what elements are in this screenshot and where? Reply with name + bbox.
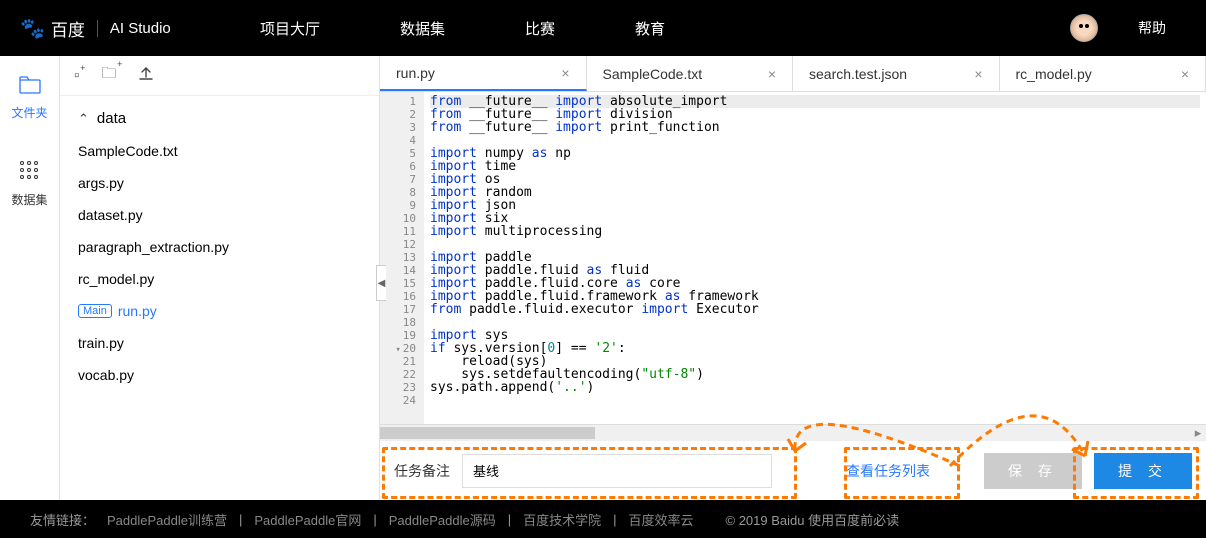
sidebar-datasets[interactable]: 数据集 [0,161,59,208]
left-sidebar: 文件夹 数据集 [0,56,60,500]
sidebar-files-label: 文件夹 [11,106,47,120]
line-gutter: 123456789101112131415161718192021222324 [380,92,424,424]
editor: run.py× SampleCode.txt× search.test.json… [380,56,1206,500]
upload-icon[interactable] [138,66,154,86]
paw-icon: 🐾 [20,16,45,41]
scroll-right-icon[interactable]: ▸ [1190,425,1206,441]
footer-copyright: © 2019 Baidu 使用百度前必读 [726,510,900,529]
main-badge: Main [78,304,112,318]
logo-product: AI Studio [97,20,171,37]
logo-brand: 百度 [51,16,85,41]
file-rc-model[interactable]: rc_model.py [60,263,379,295]
nav-datasets[interactable]: 数据集 [400,18,445,39]
horizontal-scrollbar[interactable]: ◂ ▸ [380,424,1206,440]
new-file-icon[interactable]: ▫+ [74,67,79,84]
footer-link-2[interactable]: PaddlePaddle源码 [389,510,496,529]
footer-link-0[interactable]: PaddlePaddle训练营 [107,510,227,529]
task-bar: 任务备注 查看任务列表 保 存 提 交 [380,440,1206,500]
file-run[interactable]: Main run.py [60,295,379,327]
close-icon[interactable]: × [561,65,569,81]
new-folder-icon[interactable]: 🗀+ [101,63,116,88]
sidebar-datasets-label: 数据集 [11,193,47,207]
nav-projects[interactable]: 项目大厅 [260,18,320,39]
code-body[interactable]: from __future__ import absolute_importfr… [424,92,1206,424]
footer-link-3[interactable]: 百度技术学院 [523,510,601,529]
sidebar-files[interactable]: 文件夹 [0,76,59,121]
folder-icon [0,76,59,100]
task-note-label: 任务备注 [394,461,450,481]
nav-education[interactable]: 教育 [635,18,665,39]
file-vocab[interactable]: vocab.py [60,359,379,391]
tab-samplecode[interactable]: SampleCode.txt× [587,56,794,91]
close-icon[interactable]: × [768,66,776,82]
file-paragraph-extraction[interactable]: paragraph_extraction.py [60,231,379,263]
submit-button[interactable]: 提 交 [1094,453,1192,489]
file-samplecode[interactable]: SampleCode.txt [60,135,379,167]
editor-tabs: run.py× SampleCode.txt× search.test.json… [380,56,1206,92]
folder-data[interactable]: ⌃ data [60,102,379,135]
collapse-handle[interactable]: ◀ [376,265,386,301]
top-nav: 项目大厅 数据集 比赛 教育 [260,18,1070,39]
grid-icon [0,161,59,187]
help-link[interactable]: 帮助 [1138,18,1166,38]
file-args[interactable]: args.py [60,167,379,199]
tab-rc-model[interactable]: rc_model.py× [1000,56,1206,91]
task-note-input[interactable] [462,454,772,488]
avatar[interactable] [1070,14,1098,42]
nav-competitions[interactable]: 比赛 [525,18,555,39]
folder-label: data [97,110,126,127]
close-icon[interactable]: × [1181,66,1189,82]
code-area[interactable]: 123456789101112131415161718192021222324 … [380,92,1206,424]
tab-run[interactable]: run.py× [380,56,587,91]
close-icon[interactable]: × [974,66,982,82]
save-button[interactable]: 保 存 [984,453,1082,489]
file-panel: ▫+ 🗀+ ⌃ data SampleCode.txt args.py data… [60,56,380,500]
caret-icon: ⌃ [78,111,89,127]
file-toolbar: ▫+ 🗀+ [60,56,379,96]
tab-search-test[interactable]: search.test.json× [793,56,1000,91]
main-area: 文件夹 数据集 ▫+ 🗀+ ⌃ data SampleCode.txt args… [0,56,1206,500]
footer-link-1[interactable]: PaddlePaddle官网 [254,510,361,529]
file-train[interactable]: train.py [60,327,379,359]
footer-friend: 友情链接： [30,510,95,529]
file-tree: ⌃ data SampleCode.txt args.py dataset.py… [60,96,379,397]
file-dataset[interactable]: dataset.py [60,199,379,231]
scroll-thumb[interactable] [380,427,595,439]
view-tasks-link[interactable]: 查看任务列表 [846,461,930,481]
top-bar: 🐾 百度 AI Studio 项目大厅 数据集 比赛 教育 帮助 [0,0,1206,56]
footer: 友情链接： PaddlePaddle训练营| PaddlePaddle官网| P… [0,500,1206,538]
footer-link-4[interactable]: 百度效率云 [629,510,694,529]
logo[interactable]: 🐾 百度 AI Studio [20,16,200,41]
